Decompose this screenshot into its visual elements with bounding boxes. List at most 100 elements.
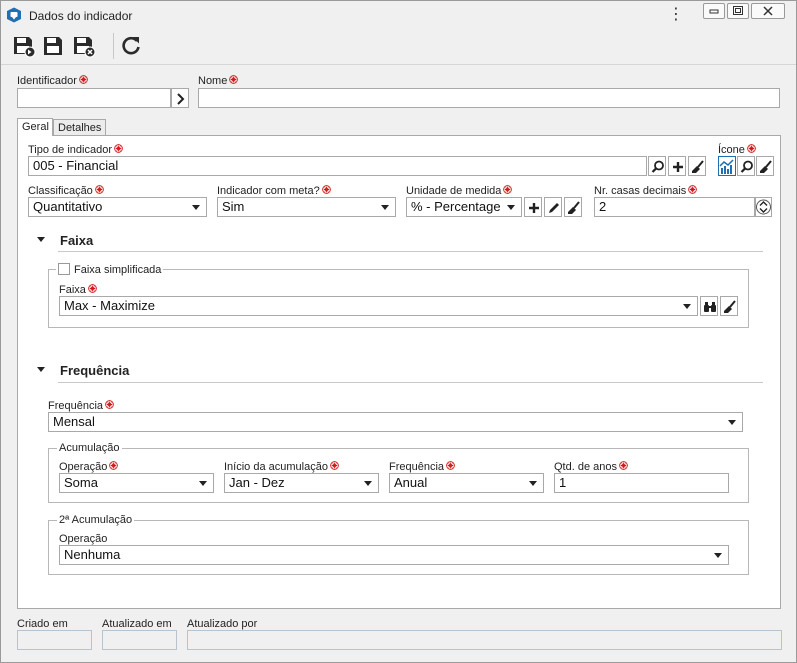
chevron-down-icon [192, 205, 200, 210]
clear-brush-icon [568, 201, 580, 214]
search-icon [651, 160, 664, 173]
faixa-collapse-icon[interactable] [37, 237, 45, 242]
acumulacao-frequencia-value: Anual [394, 475, 428, 490]
maximize-button[interactable] [727, 3, 749, 19]
icone-clear-button[interactable] [756, 156, 774, 176]
frequencia-collapse-icon[interactable] [37, 367, 45, 372]
required-icon [330, 461, 339, 470]
criado-em-field [17, 630, 92, 650]
chevron-down-icon [381, 205, 389, 210]
classificacao-label: Classificação [28, 185, 104, 197]
acumulacao-operacao-value: Soma [64, 475, 98, 490]
faixa-simplificada-checkbox[interactable] [58, 263, 70, 275]
classificacao-label-text: Classificação [28, 185, 93, 197]
acumulacao2-operacao-select[interactable]: Nenhuma [59, 545, 729, 565]
save-close-icon [74, 37, 96, 58]
frequencia-label-text: Frequência [48, 400, 104, 412]
classificacao-select[interactable]: Quantitativo [28, 197, 207, 217]
search-icon [740, 160, 753, 173]
minimize-button[interactable] [703, 3, 725, 19]
binoculars-icon [704, 302, 716, 312]
atualizado-por-label: Atualizado por [187, 618, 258, 630]
save-and-close-button[interactable] [71, 33, 97, 59]
tipo-clear-button[interactable] [688, 156, 706, 176]
save-and-new-button[interactable] [11, 33, 37, 59]
tab-detalhes[interactable]: Detalhes [53, 119, 106, 136]
clear-brush-icon [692, 160, 704, 173]
faixa-label: Faixa [59, 284, 97, 296]
casas-decimais-input[interactable]: 2 [594, 197, 755, 217]
qtd-anos-label-text: Qtd. de anos [554, 461, 617, 473]
frequencia-select[interactable]: Mensal [48, 412, 743, 432]
required-icon [229, 75, 239, 84]
atualizado-por-field [187, 630, 782, 650]
tipo-indicador-input[interactable]: 005 - Financial [28, 156, 647, 176]
identificador-label-text: Identificador [17, 75, 77, 87]
tab-geral[interactable]: Geral [17, 118, 53, 136]
icone-label: Ícone [718, 144, 756, 156]
qtd-anos-input[interactable]: 1 [554, 473, 729, 493]
required-icon [109, 461, 119, 470]
toolbar [1, 29, 796, 65]
meta-label: Indicador com meta? [217, 185, 331, 197]
tab-geral-label: Geral [22, 121, 49, 133]
frequencia-label: Frequência [48, 400, 114, 412]
chevron-down-icon [199, 481, 207, 486]
clear-brush-icon [724, 300, 736, 313]
casas-decimais-spinner[interactable] [755, 197, 772, 217]
unidade-add-button[interactable] [524, 197, 542, 217]
unidade-select[interactable]: % - Percentage [406, 197, 522, 217]
frequencia-value: Mensal [53, 414, 95, 429]
required-icon [105, 400, 114, 409]
identificador-label: Identificador [17, 75, 88, 87]
required-icon [503, 185, 513, 194]
casas-decimais-label-text: Nr. casas decimais [594, 185, 687, 197]
faixa-select[interactable]: Max - Maximize [59, 296, 698, 316]
identificador-input[interactable] [17, 88, 171, 108]
unidade-edit-button[interactable] [544, 197, 562, 217]
tipo-indicador-label: Tipo de indicador [28, 144, 123, 156]
tipo-add-button[interactable] [668, 156, 686, 176]
atualizado-em-label: Atualizado em [102, 618, 172, 630]
icone-search-button[interactable] [737, 156, 755, 176]
dialog-window: Dados do indicador ⋮ Identificador Nome … [0, 0, 797, 663]
chevron-right-icon [177, 93, 185, 105]
chevron-down-icon [714, 553, 722, 558]
tipo-search-button[interactable] [648, 156, 666, 176]
maximize-icon [733, 6, 743, 15]
faixa-simplificada-label: Faixa simplificada [74, 264, 162, 276]
indicator-icon-preview[interactable] [718, 156, 736, 176]
chart-trend-icon [719, 159, 734, 174]
meta-select[interactable]: Sim [217, 197, 396, 217]
chevron-down-icon [364, 481, 372, 486]
minimize-icon [709, 9, 719, 14]
acumulacao-frequencia-select[interactable]: Anual [389, 473, 544, 493]
chevron-down-icon [507, 205, 515, 210]
title-bar: Dados do indicador ⋮ [1, 1, 796, 29]
unidade-clear-button[interactable] [564, 197, 582, 217]
pencil-icon [549, 203, 559, 213]
faixa-clear-button[interactable] [720, 296, 738, 316]
faixa-value: Max - Maximize [64, 298, 156, 313]
required-icon [688, 185, 698, 194]
nome-input[interactable] [198, 88, 780, 108]
close-button[interactable] [751, 3, 785, 19]
acumulacao2-operacao-label: Operação [59, 533, 108, 545]
faixa-section-divider [58, 251, 763, 252]
acumulacao-operacao-select[interactable]: Soma [59, 473, 214, 493]
nome-label: Nome [198, 75, 239, 87]
faixa-view-button[interactable] [700, 296, 718, 316]
more-options-icon[interactable]: ⋮ [668, 6, 684, 24]
refresh-icon [122, 36, 140, 55]
faixa-simplificada-legend: Faixa simplificada [56, 263, 164, 276]
close-icon [763, 6, 773, 16]
nome-label-text: Nome [198, 75, 228, 87]
chevron-down-icon [529, 481, 537, 486]
atualizado-em-field [102, 630, 177, 650]
inicio-acumulacao-select[interactable]: Jan - Dez [224, 473, 379, 493]
identificador-next-button[interactable] [171, 88, 189, 108]
save-button[interactable] [41, 33, 67, 59]
plus-icon [529, 203, 539, 213]
acumulacao-operacao-label-text: Operação [59, 461, 108, 473]
refresh-button[interactable] [118, 33, 144, 59]
